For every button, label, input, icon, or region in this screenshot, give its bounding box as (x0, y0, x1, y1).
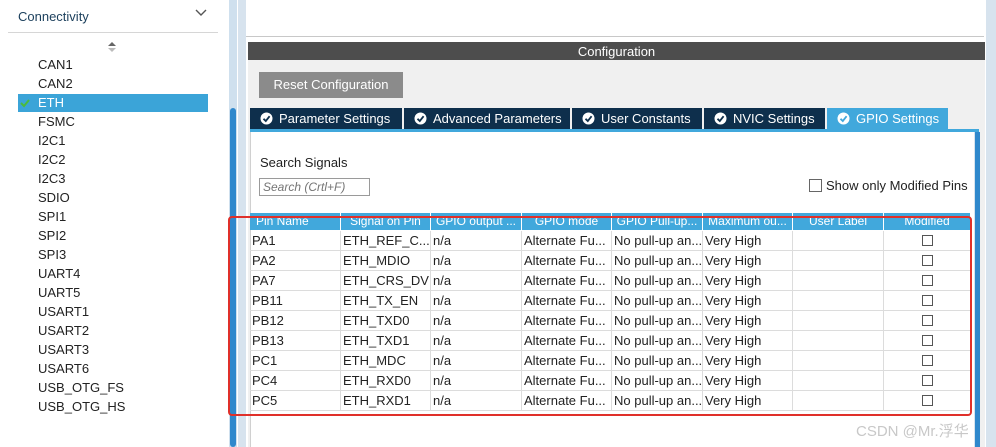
connectivity-header[interactable]: Connectivity (8, 0, 218, 33)
check-circle-icon (714, 112, 727, 125)
peripheral-item-label: CAN2 (38, 76, 73, 91)
peripheral-item[interactable]: SPI1 (18, 208, 208, 226)
peripheral-item-label: I2C1 (38, 133, 66, 148)
peripheral-item[interactable]: USB_OTG_FS (18, 379, 208, 397)
tab-advanced-parameters[interactable]: Advanced Parameters (404, 108, 570, 129)
inner-scrollbar-thumb[interactable] (975, 132, 980, 447)
peripheral-item-label: USART6 (38, 361, 90, 376)
peripheral-item-label: UART4 (38, 266, 81, 281)
configuration-title: Configuration (577, 44, 656, 59)
search-signals-label: Search Signals (260, 155, 348, 170)
check-circle-icon (260, 112, 273, 125)
peripheral-item[interactable]: I2C2 (18, 151, 208, 169)
peripheral-item-label: SPI1 (38, 209, 67, 224)
peripheral-item-label: USART3 (38, 342, 90, 357)
tab-label: Advanced Parameters (433, 111, 562, 126)
mode-panel (246, 0, 984, 37)
peripheral-item[interactable]: UART5 (18, 284, 208, 302)
peripheral-item-label: SPI3 (38, 247, 67, 262)
check-circle-icon (837, 112, 850, 125)
configuration-header: Configuration (248, 42, 985, 60)
peripheral-item-label: SDIO (38, 190, 70, 205)
tab-label: NVIC Settings (733, 111, 815, 126)
reset-configuration-button[interactable]: Reset Configuration (259, 72, 403, 98)
peripheral-item-label: I2C3 (38, 171, 66, 186)
tab-nvic-settings[interactable]: NVIC Settings (704, 108, 825, 129)
highlight-outline (228, 216, 972, 416)
chevron-down-icon[interactable] (194, 6, 208, 20)
sort-icon[interactable] (107, 41, 117, 53)
tab-user-constants[interactable]: User Constants (572, 108, 702, 129)
tab-label: GPIO Settings (856, 111, 940, 126)
peripheral-item-label: USB_OTG_FS (38, 380, 124, 395)
peripheral-item[interactable]: USART1 (18, 303, 208, 321)
check-circle-icon (582, 112, 595, 125)
peripheral-item[interactable]: I2C3 (18, 170, 208, 188)
peripheral-item-label: FSMC (38, 114, 75, 129)
peripheral-item-label: USB_OTG_HS (38, 399, 126, 414)
peripheral-item-label: USART2 (38, 323, 90, 338)
search-signals-input[interactable] (259, 178, 370, 196)
tab-label: User Constants (601, 111, 691, 126)
peripheral-item[interactable]: USART2 (18, 322, 208, 340)
peripheral-item[interactable]: USART6 (18, 360, 208, 378)
peripheral-item-label: SPI2 (38, 228, 67, 243)
right-scrollbar-track[interactable] (986, 0, 996, 447)
peripheral-item[interactable]: SPI3 (18, 246, 208, 264)
peripheral-item-label: I2C2 (38, 152, 66, 167)
peripheral-item[interactable]: CAN1 (18, 56, 208, 74)
peripheral-item[interactable]: USB_OTG_HS (18, 398, 208, 416)
tab-parameter-settings[interactable]: Parameter Settings (250, 108, 402, 129)
peripheral-item-label: UART5 (38, 285, 81, 300)
check-circle-icon (414, 112, 427, 125)
peripheral-item[interactable]: FSMC (18, 113, 208, 131)
show-modified-label: Show only Modified Pins (826, 178, 968, 193)
peripheral-item[interactable]: UART4 (18, 265, 208, 283)
peripheral-item[interactable]: CAN2 (18, 75, 208, 93)
peripheral-item-label: ETH (38, 95, 64, 110)
peripheral-item[interactable]: SPI2 (18, 227, 208, 245)
connectivity-title: Connectivity (18, 9, 89, 24)
peripheral-item[interactable]: ETH (18, 94, 208, 112)
show-modified-checkbox[interactable] (809, 179, 822, 192)
left-panel: Connectivity CAN1 CAN2 ETH FSMC I2C1 I2C2 I2C3… (0, 0, 228, 447)
peripheral-item-label: USART1 (38, 304, 90, 319)
peripheral-item[interactable]: I2C1 (18, 132, 208, 150)
check-icon (20, 99, 30, 108)
watermark: CSDN @Mr.浮华 (856, 423, 969, 440)
tab-label: Parameter Settings (279, 111, 391, 126)
peripheral-item[interactable]: USART3 (18, 341, 208, 359)
tab-gpio-settings[interactable]: GPIO Settings (827, 108, 948, 129)
peripheral-item[interactable]: SDIO (18, 189, 208, 207)
peripheral-item-label: CAN1 (38, 57, 73, 72)
